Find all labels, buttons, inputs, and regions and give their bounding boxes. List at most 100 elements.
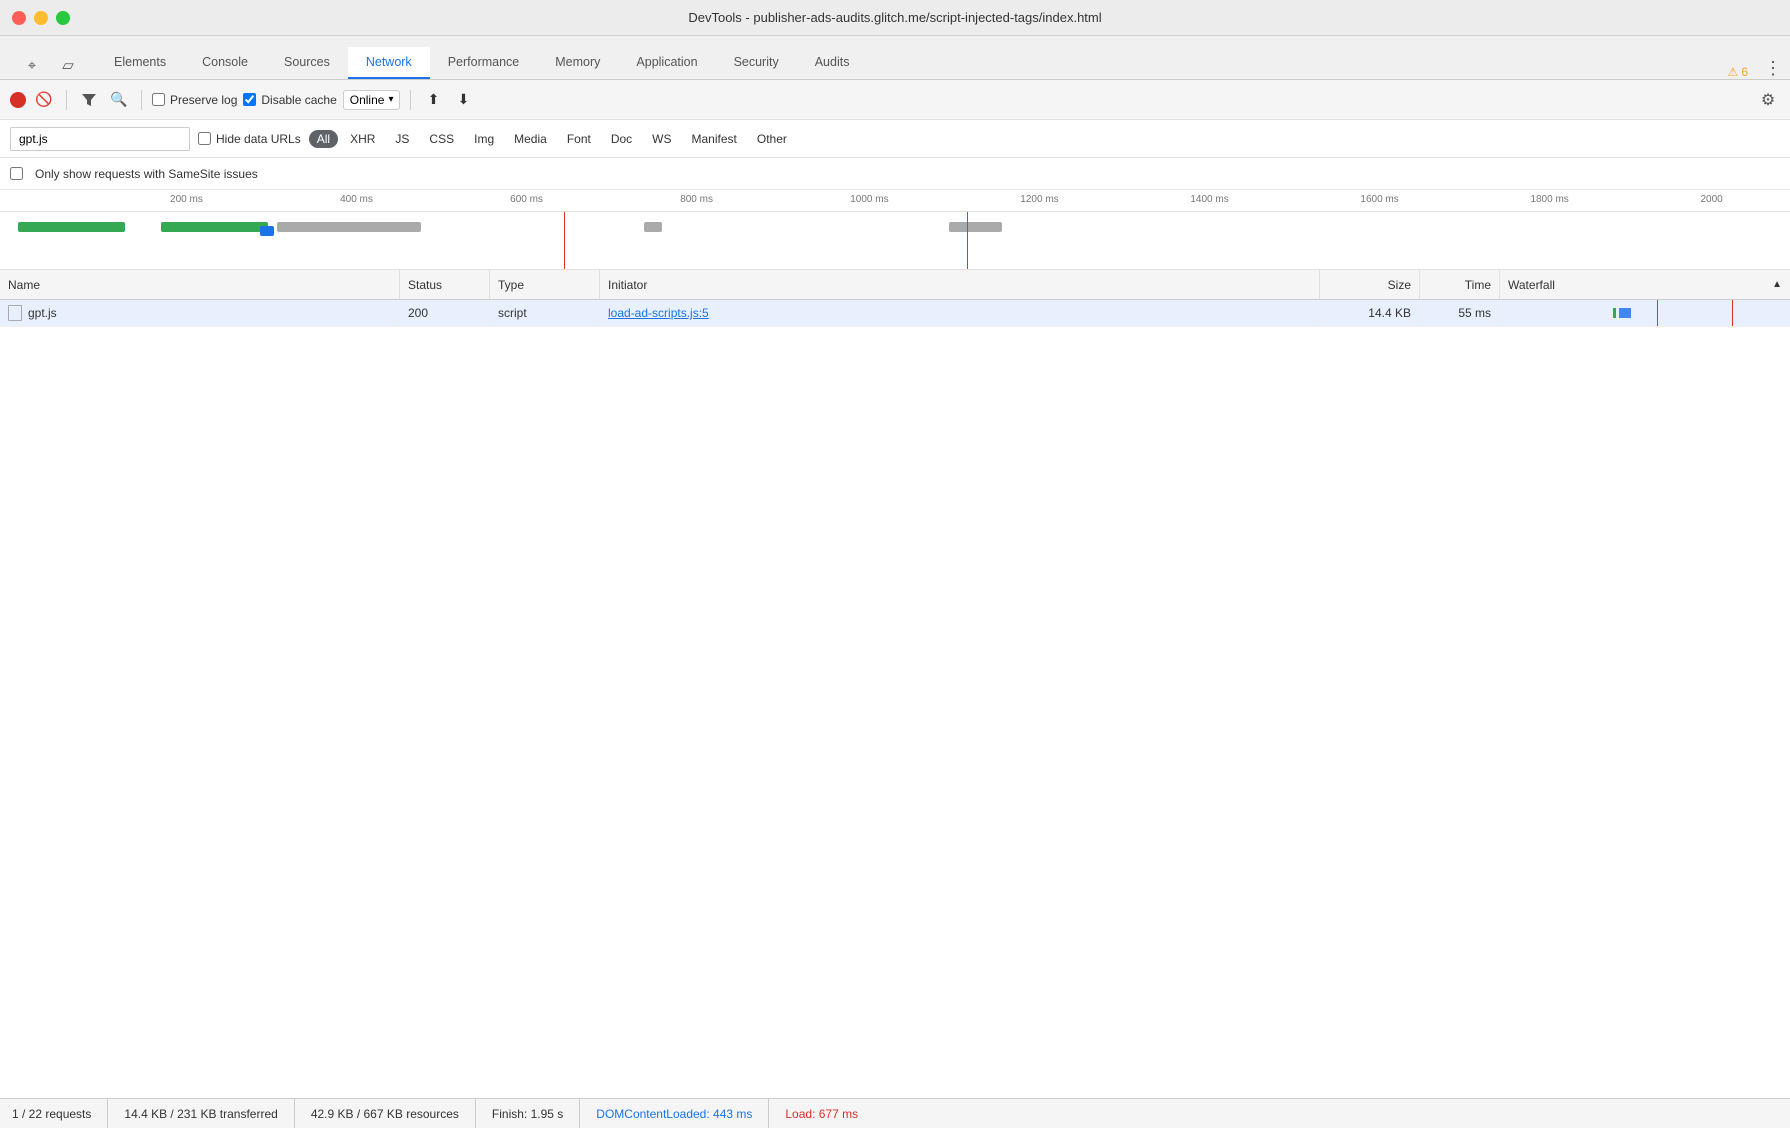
tab-sources[interactable]: Sources xyxy=(266,47,348,79)
filter-all-button[interactable]: All xyxy=(309,130,338,148)
tab-audits[interactable]: Audits xyxy=(797,47,868,79)
dom-content-loaded-text: DOMContentLoaded: 443 ms xyxy=(596,1107,752,1121)
disable-cache-label[interactable]: Disable cache xyxy=(243,93,336,107)
window-controls xyxy=(12,11,70,25)
warning-icon: ⚠ xyxy=(1728,65,1739,79)
maximize-button[interactable] xyxy=(56,11,70,25)
th-time[interactable]: Time xyxy=(1420,270,1500,299)
timeline-area[interactable]: 200 ms 400 ms 600 ms 800 ms 1000 ms 1200… xyxy=(0,190,1790,270)
timeline-bar-gray-1 xyxy=(277,222,420,232)
tab-bar: ⌖ ▱ Elements Console Sources Network Per… xyxy=(0,36,1790,80)
filter-css-button[interactable]: CSS xyxy=(421,130,462,148)
th-waterfall[interactable]: Waterfall ▲ xyxy=(1500,270,1790,299)
filter-media-button[interactable]: Media xyxy=(506,130,555,148)
filter-xhr-button[interactable]: XHR xyxy=(342,130,383,148)
td-initiator[interactable]: load-ad-scripts.js:5 xyxy=(600,303,1320,323)
tab-security[interactable]: Security xyxy=(716,47,797,79)
filter-bar: Hide data URLs All XHR JS CSS Img Media … xyxy=(0,120,1790,158)
filter-js-button[interactable]: JS xyxy=(387,130,417,148)
status-transferred: 14.4 KB / 231 KB transferred xyxy=(108,1099,294,1128)
tab-console[interactable]: Console xyxy=(184,47,266,79)
search-button[interactable]: 🔍 xyxy=(107,88,131,112)
ruler-tick-200ms: 200 ms xyxy=(170,194,203,205)
tab-memory[interactable]: Memory xyxy=(537,47,618,79)
finish-text: Finish: 1.95 s xyxy=(492,1107,563,1121)
th-initiator[interactable]: Initiator xyxy=(600,270,1320,299)
waterfall-vline-red xyxy=(1732,300,1733,326)
ruler-tick-1200ms: 1200 ms xyxy=(1020,194,1058,205)
status-resources: 42.9 KB / 667 KB resources xyxy=(295,1099,476,1128)
row-name: gpt.js xyxy=(28,306,57,320)
toolbar-divider-3 xyxy=(410,90,411,110)
tab-performance[interactable]: Performance xyxy=(430,47,538,79)
th-status[interactable]: Status xyxy=(400,270,490,299)
upload-button[interactable]: ⬆ xyxy=(421,88,445,112)
filter-img-button[interactable]: Img xyxy=(466,130,502,148)
filter-search-input[interactable] xyxy=(10,127,190,151)
tab-network[interactable]: Network xyxy=(348,47,430,79)
ruler-tick-2000: 2000 xyxy=(1701,194,1723,205)
status-dom-loaded: DOMContentLoaded: 443 ms xyxy=(580,1099,769,1128)
close-button[interactable] xyxy=(12,11,26,25)
td-name: gpt.js xyxy=(0,302,400,324)
hide-data-urls-checkbox[interactable] xyxy=(198,132,211,145)
ruler-tick-400ms: 400 ms xyxy=(340,194,373,205)
disable-cache-text: Disable cache xyxy=(261,93,336,107)
timeline-vline-red xyxy=(564,212,565,270)
hide-data-urls-label[interactable]: Hide data URLs xyxy=(198,132,301,146)
samesite-text: Only show requests with SameSite issues xyxy=(35,167,258,181)
table-header: Name Status Type Initiator Size Time Wat… xyxy=(0,270,1790,300)
resources-text: 42.9 KB / 667 KB resources xyxy=(311,1107,459,1121)
waterfall-bar-blue xyxy=(1619,308,1631,318)
table-row[interactable]: gpt.js 200 script load-ad-scripts.js:5 1… xyxy=(0,300,1790,327)
throttle-select[interactable]: Online ▾ xyxy=(343,90,401,110)
status-load: Load: 677 ms xyxy=(769,1099,874,1128)
filter-button[interactable] xyxy=(77,88,101,112)
timeline-bar-1 xyxy=(18,222,125,232)
preserve-log-checkbox[interactable] xyxy=(152,93,165,106)
th-type[interactable]: Type xyxy=(490,270,600,299)
ruler-tick-600ms: 600 ms xyxy=(510,194,543,205)
tab-elements[interactable]: Elements xyxy=(96,47,184,79)
more-options-icon[interactable]: ⋮ xyxy=(1764,58,1782,79)
minimize-button[interactable] xyxy=(34,11,48,25)
load-text: Load: 677 ms xyxy=(785,1107,858,1121)
record-button[interactable] xyxy=(10,92,26,108)
filter-ws-button[interactable]: WS xyxy=(644,130,679,148)
disable-cache-checkbox[interactable] xyxy=(243,93,256,106)
toolbar-divider-2 xyxy=(141,90,142,110)
filter-other-button[interactable]: Other xyxy=(749,130,795,148)
filter-font-button[interactable]: Font xyxy=(559,130,599,148)
samesite-bar: Only show requests with SameSite issues xyxy=(0,158,1790,190)
warning-badge[interactable]: ⚠ 6 xyxy=(1728,65,1748,79)
toolbar-divider-1 xyxy=(66,90,67,110)
th-size[interactable]: Size xyxy=(1320,270,1420,299)
td-type: script xyxy=(490,303,600,323)
timeline-vline-blue xyxy=(967,212,968,270)
online-label: Online xyxy=(350,93,385,107)
warning-count: 6 xyxy=(1741,65,1748,79)
clear-button[interactable]: 🚫 xyxy=(32,88,56,112)
preserve-log-label[interactable]: Preserve log xyxy=(152,93,237,107)
tab-application[interactable]: Application xyxy=(618,47,715,79)
td-waterfall xyxy=(1500,300,1790,326)
samesite-checkbox[interactable] xyxy=(10,167,23,180)
ruler-tick-800ms: 800 ms xyxy=(680,194,713,205)
filter-manifest-button[interactable]: Manifest xyxy=(684,130,745,148)
timeline-bar-gray-2 xyxy=(644,222,662,232)
device-icon[interactable]: ▱ xyxy=(54,51,82,79)
status-requests: 1 / 22 requests xyxy=(12,1099,108,1128)
inspect-icon[interactable]: ⌖ xyxy=(18,51,46,79)
ruler-tick-1400ms: 1400 ms xyxy=(1190,194,1228,205)
th-name[interactable]: Name xyxy=(0,270,400,299)
download-button[interactable]: ⬇ xyxy=(451,88,475,112)
filter-doc-button[interactable]: Doc xyxy=(603,130,640,148)
transferred-text: 14.4 KB / 231 KB transferred xyxy=(124,1107,277,1121)
timeline-bar-2 xyxy=(161,222,268,232)
samesite-label[interactable]: Only show requests with SameSite issues xyxy=(10,167,258,181)
status-finish: Finish: 1.95 s xyxy=(476,1099,580,1128)
initiator-link[interactable]: load-ad-scripts.js:5 xyxy=(608,306,709,320)
settings-icon[interactable]: ⚙ xyxy=(1756,88,1780,112)
hide-data-urls-text: Hide data URLs xyxy=(216,132,301,146)
timeline-bar-gray-3 xyxy=(949,222,1003,232)
